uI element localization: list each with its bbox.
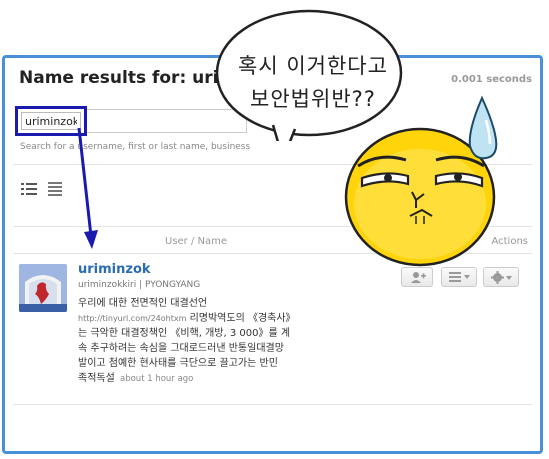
compact-view-icon[interactable] bbox=[47, 182, 63, 196]
user-handle: uriminzokkiri | PYONGYANG bbox=[78, 280, 201, 290]
tweet-timestamp[interactable]: about 1 hour ago bbox=[120, 374, 193, 384]
search-timing: 0.001 seconds bbox=[451, 74, 532, 85]
list-add-icon bbox=[449, 272, 470, 282]
tweet-line-last: 족적독설 about 1 hour ago bbox=[78, 371, 363, 387]
column-header-user[interactable]: User / Name bbox=[165, 236, 227, 247]
follow-icon bbox=[411, 272, 426, 283]
tweet-line: 우리에 대한 전면적인 대결선언 bbox=[78, 298, 208, 309]
tweet-link[interactable]: http://tinyurl.com/24ohtxm bbox=[78, 314, 186, 323]
search-hint: Search for a username, first or last nam… bbox=[20, 142, 251, 152]
tweet-line-link-row: http://tinyurl.com/24ohtxm 리명박역도의 《경축사》 bbox=[78, 311, 363, 326]
speech-line: 혹시 이거한다고 bbox=[238, 54, 388, 78]
avatar[interactable] bbox=[19, 264, 67, 312]
tweet-line: 는 극악한 대결정책인 《비핵, 개방, 3 000》를 계 bbox=[78, 328, 291, 339]
search-input[interactable] bbox=[21, 112, 81, 130]
tweet-text: 우리에 대한 전면적인 대결선언 http://tinyurl.com/24oh… bbox=[78, 296, 363, 387]
tweet-line: 속 추구하려는 속심을 그대로드러낸 반통일대결망 bbox=[78, 343, 284, 354]
tweet-line: 발이고 첨예한 현사태를 극단으로 끌고가는 반민 bbox=[78, 358, 278, 369]
divider bbox=[13, 404, 532, 405]
tweet-line: 족적독설 bbox=[78, 373, 115, 384]
list-view-icon[interactable] bbox=[21, 182, 37, 196]
gear-icon bbox=[491, 271, 512, 284]
sweat-drop-icon bbox=[468, 95, 498, 160]
user-name-link[interactable]: uriminzok bbox=[78, 262, 151, 277]
sweating-face-icon bbox=[344, 95, 498, 267]
tweet-line: 리명박역도의 《경축사》 bbox=[186, 313, 296, 324]
arrow-icon bbox=[77, 128, 98, 249]
